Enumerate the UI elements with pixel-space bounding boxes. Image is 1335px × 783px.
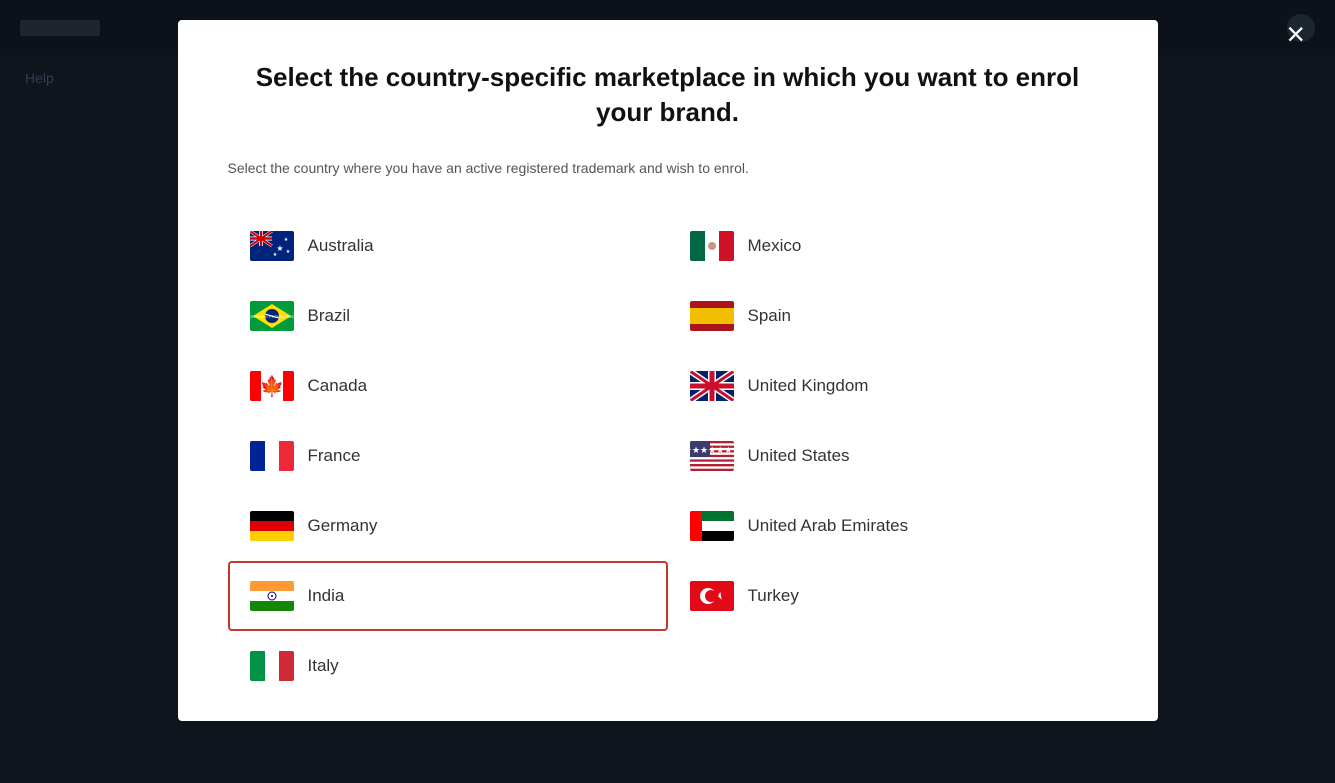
country-name-italy: Italy [308, 656, 339, 676]
country-item-brazil[interactable]: ORDEM E PROGRESSO Brazil [228, 281, 668, 351]
country-name-brazil: Brazil [308, 306, 351, 326]
country-item-france[interactable]: France [228, 421, 668, 491]
svg-text:★: ★ [283, 237, 288, 243]
country-name-united-kingdom: United Kingdom [748, 376, 869, 396]
country-name-united-states: United States [748, 446, 850, 466]
country-name-mexico: Mexico [748, 236, 802, 256]
flag-canada: 🍁 [250, 371, 294, 401]
country-item-turkey[interactable]: Turkey [668, 561, 1108, 631]
country-grid: ★ ★ ★ ★ Australia [228, 211, 1108, 701]
country-name-india: India [308, 586, 345, 606]
svg-text:🍁: 🍁 [259, 374, 284, 398]
flag-mexico [690, 231, 734, 261]
country-selection-modal: Select the country-specific marketplace … [178, 20, 1158, 721]
country-name-australia: Australia [308, 236, 374, 256]
country-item-united-kingdom[interactable]: United Kingdom [668, 351, 1108, 421]
svg-text:★: ★ [276, 244, 283, 253]
modal-title: Select the country-specific marketplace … [228, 60, 1108, 130]
country-item-canada[interactable]: 🍁 Canada [228, 351, 668, 421]
country-name-germany: Germany [308, 516, 378, 536]
flag-united-kingdom [690, 371, 734, 401]
country-item-australia[interactable]: ★ ★ ★ ★ Australia [228, 211, 668, 281]
modal-overlay: × Select the country-specific marketplac… [0, 0, 1335, 783]
svg-text:ORDEM E PROGRESSO: ORDEM E PROGRESSO [250, 314, 294, 319]
country-column-left: ★ ★ ★ ★ Australia [228, 211, 668, 701]
svg-text:★: ★ [272, 252, 277, 258]
flag-italy [250, 651, 294, 681]
country-name-united-arab-emirates: United Arab Emirates [748, 516, 909, 536]
flag-australia: ★ ★ ★ ★ [250, 231, 294, 261]
flag-germany [250, 511, 294, 541]
country-item-spain[interactable]: Spain [668, 281, 1108, 351]
country-item-united-arab-emirates[interactable]: United Arab Emirates [668, 491, 1108, 561]
country-item-mexico[interactable]: Mexico [668, 211, 1108, 281]
flag-brazil: ORDEM E PROGRESSO [250, 301, 294, 331]
country-item-united-states[interactable]: ★★★★★★★★★★★★★★★★★★★★★★★★★★★★★★★★★★★★★★★★… [668, 421, 1108, 491]
country-column-right: Mexico Spain [668, 211, 1108, 701]
country-item-germany[interactable]: Germany [228, 491, 668, 561]
country-name-spain: Spain [748, 306, 791, 326]
country-name-turkey: Turkey [748, 586, 799, 606]
country-name-canada: Canada [308, 376, 368, 396]
svg-text:★★★★★★★★★★★★★★★★★★★★★★★★★★★★★★: ★★★★★★★★★★★★★★★★★★★★★★★★★★★★★★★★★★★★★★★★… [690, 445, 734, 455]
flag-united-arab-emirates [690, 511, 734, 541]
country-item-india[interactable]: India [228, 561, 668, 631]
svg-text:★: ★ [285, 249, 290, 255]
flag-france [250, 441, 294, 471]
flag-united-states: ★★★★★★★★★★★★★★★★★★★★★★★★★★★★★★★★★★★★★★★★… [690, 441, 734, 471]
modal-subtitle: Select the country where you have an act… [228, 160, 1108, 176]
close-button[interactable]: × [1286, 18, 1305, 50]
flag-india [250, 581, 294, 611]
country-name-france: France [308, 446, 361, 466]
modal-body: Select the country-specific marketplace … [178, 20, 1158, 721]
flag-turkey [690, 581, 734, 611]
country-item-italy[interactable]: Italy [228, 631, 668, 701]
flag-spain [690, 301, 734, 331]
